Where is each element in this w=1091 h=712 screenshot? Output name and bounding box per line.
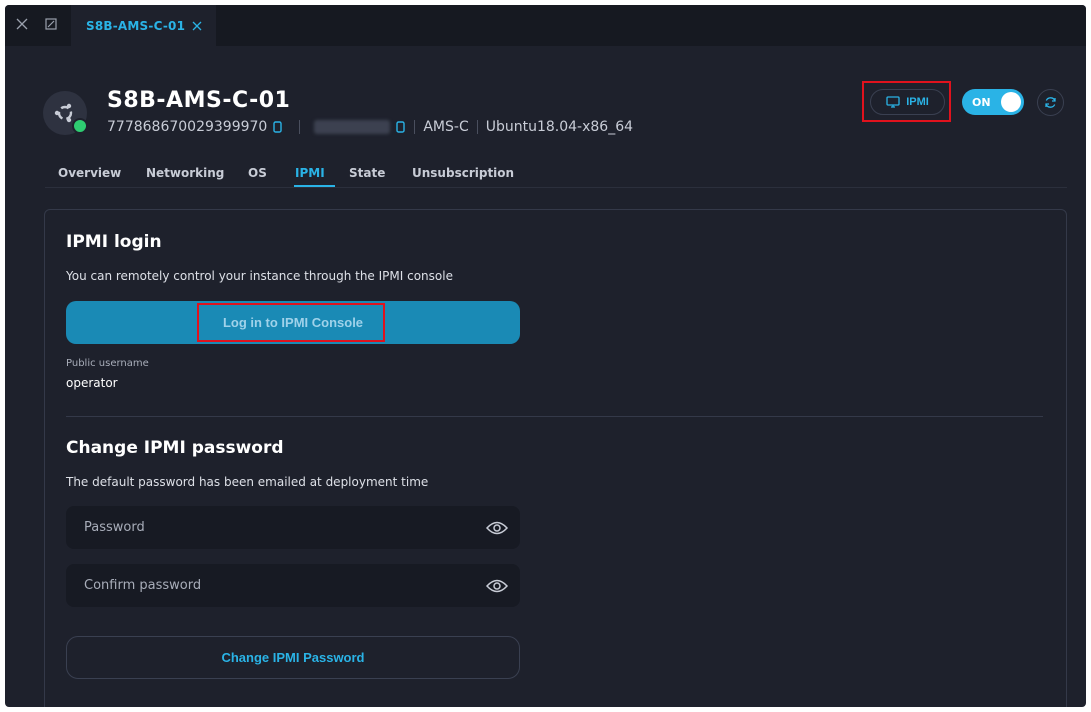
tab-os[interactable]: OS xyxy=(248,166,267,180)
page-title: S8B-AMS-C-01 xyxy=(107,88,291,113)
tab-bar: S8B-AMS-C-01 xyxy=(5,5,1086,46)
tab-networking[interactable]: Networking xyxy=(146,166,224,180)
confirm-password-input[interactable] xyxy=(84,578,486,593)
copy-icon[interactable] xyxy=(396,121,406,133)
sub-navigation: Overview Networking OS IPMI State Unsubs… xyxy=(45,164,1067,188)
eye-icon[interactable] xyxy=(486,521,508,535)
tab-close-icon[interactable] xyxy=(192,21,202,31)
login-button-highlight xyxy=(197,303,385,342)
app-window: S8B-AMS-C-01 S8B-AMS-C-01 77786867002939… xyxy=(5,5,1086,707)
expand-icon[interactable] xyxy=(41,14,61,34)
separator xyxy=(476,120,478,134)
server-region: AMS-C xyxy=(423,119,469,135)
password-field xyxy=(66,506,520,549)
server-id: 777868670029399970 xyxy=(107,119,268,135)
close-icon[interactable] xyxy=(12,14,32,34)
monitor-icon xyxy=(886,96,900,108)
confirm-password-field xyxy=(66,564,520,607)
refresh-icon xyxy=(1045,97,1056,108)
change-password-title: Change IPMI password xyxy=(66,438,284,458)
separator xyxy=(414,120,416,134)
server-meta: 777868670029399970 AMS-C Ubuntu18.04-x86… xyxy=(107,118,633,136)
change-password-button-label: Change IPMI Password xyxy=(221,650,365,665)
copy-icon[interactable] xyxy=(273,121,283,133)
refresh-button[interactable] xyxy=(1037,89,1064,116)
username-label: Public username xyxy=(66,358,149,369)
ipmi-login-title: IPMI login xyxy=(66,232,162,252)
tab-ipmi[interactable]: IPMI xyxy=(295,166,325,180)
status-online-indicator xyxy=(72,118,88,134)
ipmi-panel xyxy=(44,209,1067,707)
power-toggle[interactable]: ON xyxy=(962,89,1024,115)
change-password-description: The default password has been emailed at… xyxy=(66,475,429,489)
ipmi-button-label: IPMI xyxy=(906,96,929,108)
separator xyxy=(299,120,301,134)
eye-icon[interactable] xyxy=(486,579,508,593)
server-os: Ubuntu18.04-x86_64 xyxy=(485,119,634,135)
tab-state[interactable]: State xyxy=(349,166,385,180)
password-input[interactable] xyxy=(84,520,486,535)
tab-server[interactable]: S8B-AMS-C-01 xyxy=(71,5,216,46)
divider xyxy=(66,416,1043,417)
tab-label: S8B-AMS-C-01 xyxy=(86,18,186,33)
username-value: operator xyxy=(66,376,118,390)
tab-unsubscription[interactable]: Unsubscription xyxy=(412,166,514,180)
change-ipmi-password-button[interactable]: Change IPMI Password xyxy=(66,636,520,679)
active-tab-indicator xyxy=(294,185,335,187)
ipmi-button[interactable]: IPMI xyxy=(870,89,945,115)
redacted-ip xyxy=(314,120,391,134)
toggle-knob xyxy=(1001,92,1021,112)
power-toggle-label: ON xyxy=(972,95,991,109)
ipmi-login-description: You can remotely control your instance t… xyxy=(66,269,453,283)
tab-overview[interactable]: Overview xyxy=(58,166,121,180)
